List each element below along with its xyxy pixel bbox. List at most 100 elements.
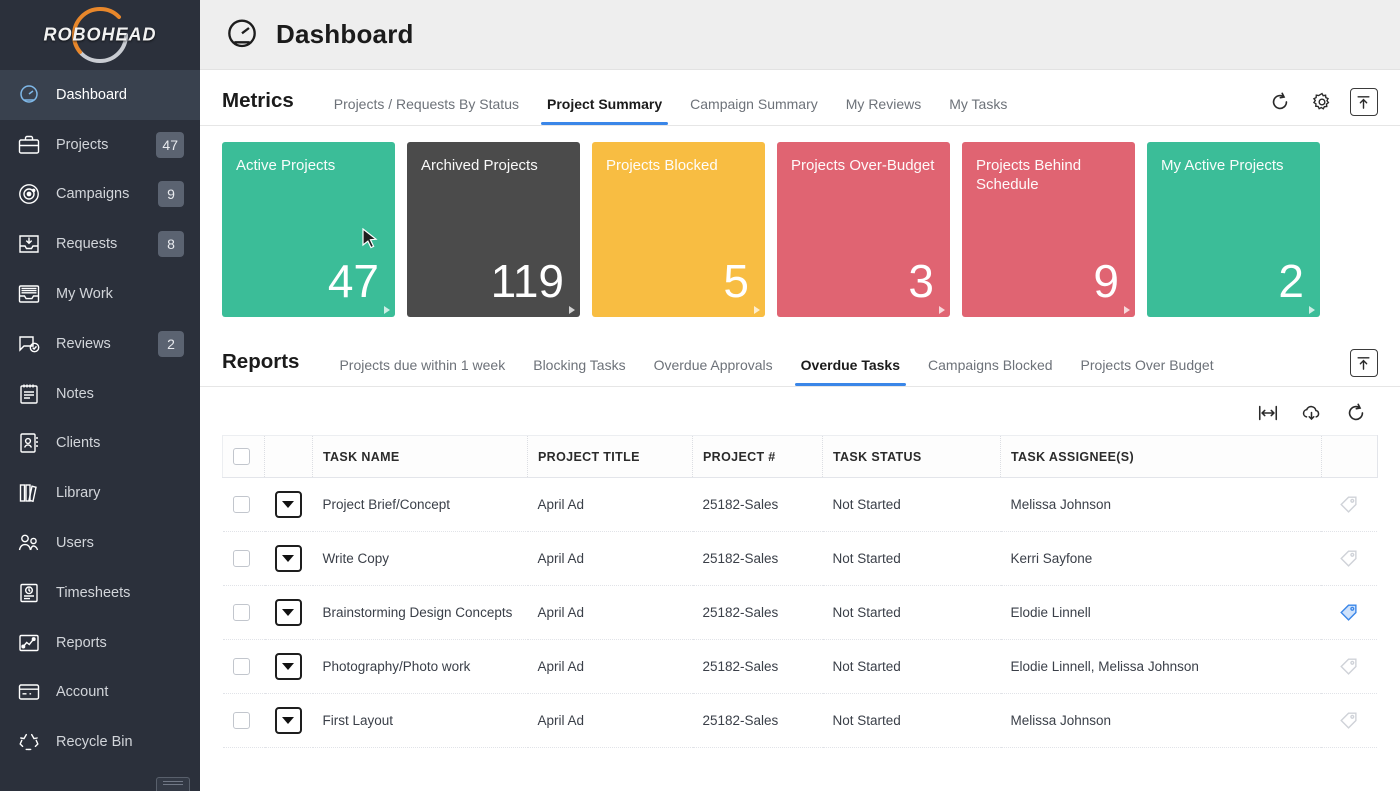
sidebar-item-label: Reviews <box>56 336 158 352</box>
chevron-down-icon[interactable] <box>275 491 302 518</box>
sidebar-item-label: Timesheets <box>56 585 184 601</box>
chevron-down-icon[interactable] <box>275 653 302 680</box>
metric-tile-projects-over-budget[interactable]: Projects Over-Budget 3 <box>777 142 950 317</box>
gear-icon[interactable] <box>1308 88 1336 116</box>
row-select-cell <box>223 532 265 586</box>
tab-overdue-tasks[interactable]: Overdue Tasks <box>787 357 914 386</box>
sidebar-item-campaigns[interactable]: Campaigns 9 <box>0 170 200 220</box>
row-expand-cell <box>265 478 313 532</box>
row-checkbox[interactable] <box>233 658 250 675</box>
books-icon <box>16 480 42 506</box>
export-icon[interactable] <box>1350 349 1378 377</box>
tag-icon[interactable] <box>1331 548 1367 570</box>
chevron-down-icon[interactable] <box>275 707 302 734</box>
row-checkbox[interactable] <box>233 604 250 621</box>
cell-task-assignees: Melissa Johnson <box>1001 478 1322 532</box>
sidebar-item-account[interactable]: Account <box>0 668 200 718</box>
sidebar-item-projects[interactable]: Projects 47 <box>0 120 200 170</box>
tag-icon[interactable] <box>1331 656 1367 678</box>
tab-my-reviews[interactable]: My Reviews <box>832 96 935 125</box>
expand-header <box>265 436 313 478</box>
table-row[interactable]: Project Brief/Concept April Ad 25182-Sal… <box>223 478 1378 532</box>
credit-card-icon <box>16 679 42 705</box>
sidebar-item-label: Recycle Bin <box>56 734 184 750</box>
row-expand-cell <box>265 640 313 694</box>
table-row[interactable]: Brainstorming Design Concepts April Ad 2… <box>223 586 1378 640</box>
sidebar-badge-requests: 8 <box>158 231 184 257</box>
table-row[interactable]: Write Copy April Ad 25182-Sales Not Star… <box>223 532 1378 586</box>
metric-tile-my-active-projects[interactable]: My Active Projects 2 <box>1147 142 1320 317</box>
table-toolbar <box>200 387 1400 435</box>
chevron-right-icon <box>754 306 760 314</box>
sidebar-item-recycle-bin[interactable]: Recycle Bin <box>0 717 200 767</box>
row-expand-cell <box>265 586 313 640</box>
row-checkbox[interactable] <box>233 712 250 729</box>
chevron-right-icon <box>939 306 945 314</box>
row-checkbox[interactable] <box>233 496 250 513</box>
download-cloud-icon[interactable] <box>1298 399 1326 427</box>
column-task-name[interactable]: TASK NAME <box>313 436 528 478</box>
column-project-number[interactable]: PROJECT # <box>693 436 823 478</box>
column-task-status[interactable]: TASK STATUS <box>823 436 1001 478</box>
page-title: Dashboard <box>276 19 414 50</box>
sidebar-badge-campaigns: 9 <box>158 181 184 207</box>
sidebar-item-reviews[interactable]: Reviews 2 <box>0 319 200 369</box>
tag-icon-active[interactable] <box>1331 602 1367 624</box>
sidebar-item-users[interactable]: Users <box>0 518 200 568</box>
tab-projects-requests-by-status[interactable]: Projects / Requests By Status <box>320 96 533 125</box>
refresh-icon[interactable] <box>1342 399 1370 427</box>
sidebar-item-notes[interactable]: Notes <box>0 369 200 419</box>
brand-logo[interactable]: ROBOHEAD <box>0 0 200 70</box>
cell-project-title: April Ad <box>528 478 693 532</box>
sidebar-item-requests[interactable]: Requests 8 <box>0 219 200 269</box>
cell-task-assignees: Elodie Linnell, Melissa Johnson <box>1001 640 1322 694</box>
cell-task-status: Not Started <box>823 586 1001 640</box>
export-icon[interactable] <box>1350 88 1378 116</box>
sidebar-item-reports[interactable]: Reports <box>0 618 200 668</box>
reports-header: Reports Projects due within 1 week Block… <box>200 331 1400 387</box>
sidebar-item-library[interactable]: Library <box>0 468 200 518</box>
chevron-right-icon <box>1309 306 1315 314</box>
tile-value: 119 <box>491 259 564 303</box>
metric-tile-archived-projects[interactable]: Archived Projects 119 <box>407 142 580 317</box>
table-row[interactable]: First Layout April Ad 25182-Sales Not St… <box>223 694 1378 748</box>
table-row[interactable]: Photography/Photo work April Ad 25182-Sa… <box>223 640 1378 694</box>
metric-tile-active-projects[interactable]: Active Projects 47 <box>222 142 395 317</box>
tab-project-summary[interactable]: Project Summary <box>533 96 676 125</box>
row-checkbox[interactable] <box>233 550 250 567</box>
cell-task-assignees: Kerri Sayfone <box>1001 532 1322 586</box>
select-all-checkbox[interactable] <box>233 448 250 465</box>
page-header: Dashboard <box>200 0 1400 70</box>
tab-campaigns-blocked[interactable]: Campaigns Blocked <box>914 357 1067 386</box>
tab-blocking-tasks[interactable]: Blocking Tasks <box>519 357 639 386</box>
chevron-down-icon[interactable] <box>275 545 302 572</box>
row-select-cell <box>223 478 265 532</box>
sidebar-item-dashboard[interactable]: Dashboard <box>0 70 200 120</box>
tag-icon[interactable] <box>1331 710 1367 732</box>
tab-overdue-approvals[interactable]: Overdue Approvals <box>640 357 787 386</box>
tab-my-tasks[interactable]: My Tasks <box>935 96 1021 125</box>
table-header-row: TASK NAME PROJECT TITLE PROJECT # TASK S… <box>223 436 1378 478</box>
column-project-title[interactable]: PROJECT TITLE <box>528 436 693 478</box>
metric-tile-projects-blocked[interactable]: Projects Blocked 5 <box>592 142 765 317</box>
chevron-down-icon[interactable] <box>275 599 302 626</box>
tile-value: 9 <box>1093 259 1119 303</box>
metric-tile-projects-behind-schedule[interactable]: Projects Behind Schedule 9 <box>962 142 1135 317</box>
row-expand-cell <box>265 532 313 586</box>
tab-projects-due-within-1-week[interactable]: Projects due within 1 week <box>325 357 519 386</box>
tab-projects-over-budget[interactable]: Projects Over Budget <box>1067 357 1228 386</box>
sidebar-item-clients[interactable]: Clients <box>0 419 200 469</box>
cell-project-title: April Ad <box>528 586 693 640</box>
fit-width-icon[interactable] <box>1254 399 1282 427</box>
cell-tag <box>1321 640 1377 694</box>
cell-project-title: April Ad <box>528 640 693 694</box>
sidebar-collapse-handle[interactable] <box>156 777 190 791</box>
column-task-assignees[interactable]: TASK ASSIGNEE(S) <box>1001 436 1322 478</box>
sidebar-item-timesheets[interactable]: Timesheets <box>0 568 200 618</box>
tag-icon[interactable] <box>1331 494 1367 516</box>
sidebar-item-my-work[interactable]: My Work <box>0 269 200 319</box>
column-tag <box>1321 436 1377 478</box>
select-all-header <box>223 436 265 478</box>
refresh-icon[interactable] <box>1266 88 1294 116</box>
tab-campaign-summary[interactable]: Campaign Summary <box>676 96 832 125</box>
